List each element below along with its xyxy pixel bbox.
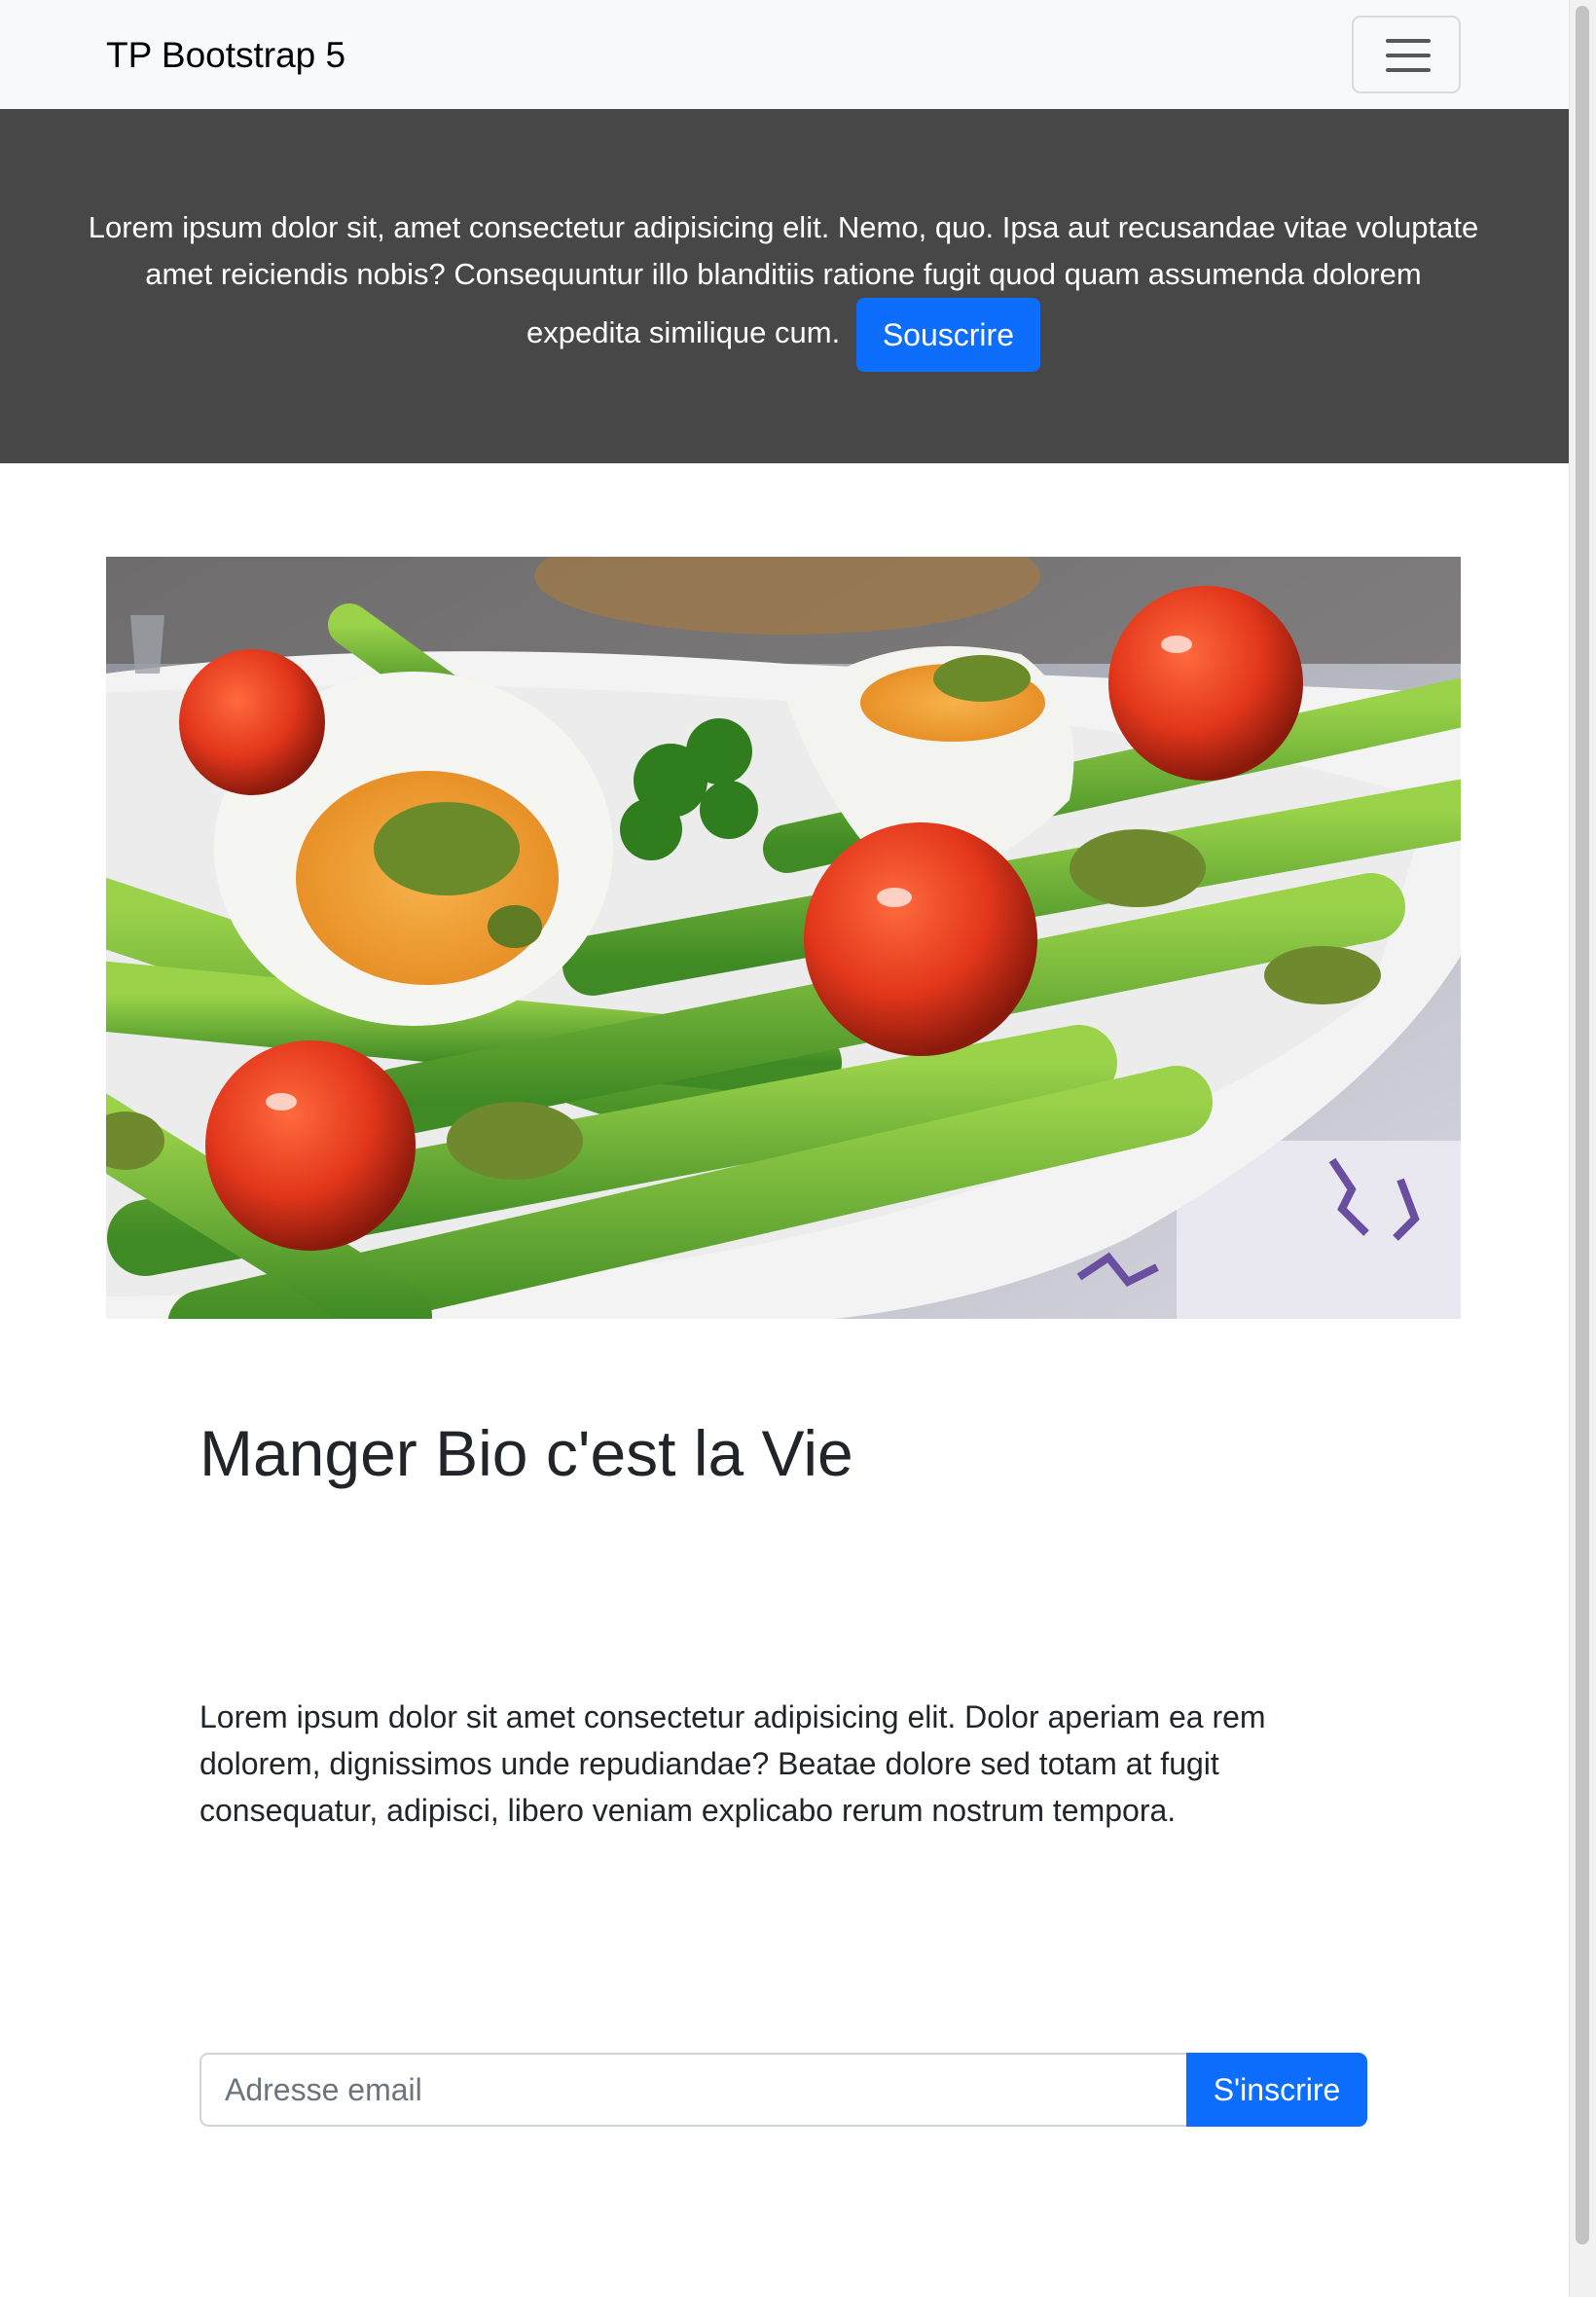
subscribe-button[interactable]: Souscrire (855, 298, 1040, 372)
hero-text-block: Lorem ipsum dolor sit, amet consectetur … (88, 204, 1479, 372)
scrollbar-thumb[interactable] (1576, 6, 1589, 2244)
hero-banner: Lorem ipsum dolor sit, amet consectetur … (0, 109, 1569, 463)
food-image (106, 557, 1461, 1319)
hamburger-menu-icon (1386, 39, 1431, 72)
navbar: TP Bootstrap 5 (0, 0, 1569, 109)
signup-button[interactable]: S'inscrire (1186, 2053, 1367, 2127)
email-input[interactable] (200, 2053, 1186, 2127)
navbar-toggler-button[interactable] (1352, 16, 1461, 93)
page-title: Manger Bio c'est la Vie (200, 1417, 853, 1489)
newsletter-signup-form: S'inscrire (200, 2053, 1367, 2127)
vertical-scrollbar[interactable] (1569, 0, 1596, 2297)
page: TP Bootstrap 5 Lorem ipsum dolor sit, am… (0, 0, 1569, 2297)
hero-text: Lorem ipsum dolor sit, amet consectetur … (88, 210, 1479, 350)
intro-paragraph: Lorem ipsum dolor sit amet consectetur a… (200, 1699, 1266, 1828)
navbar-brand[interactable]: TP Bootstrap 5 (106, 29, 345, 82)
